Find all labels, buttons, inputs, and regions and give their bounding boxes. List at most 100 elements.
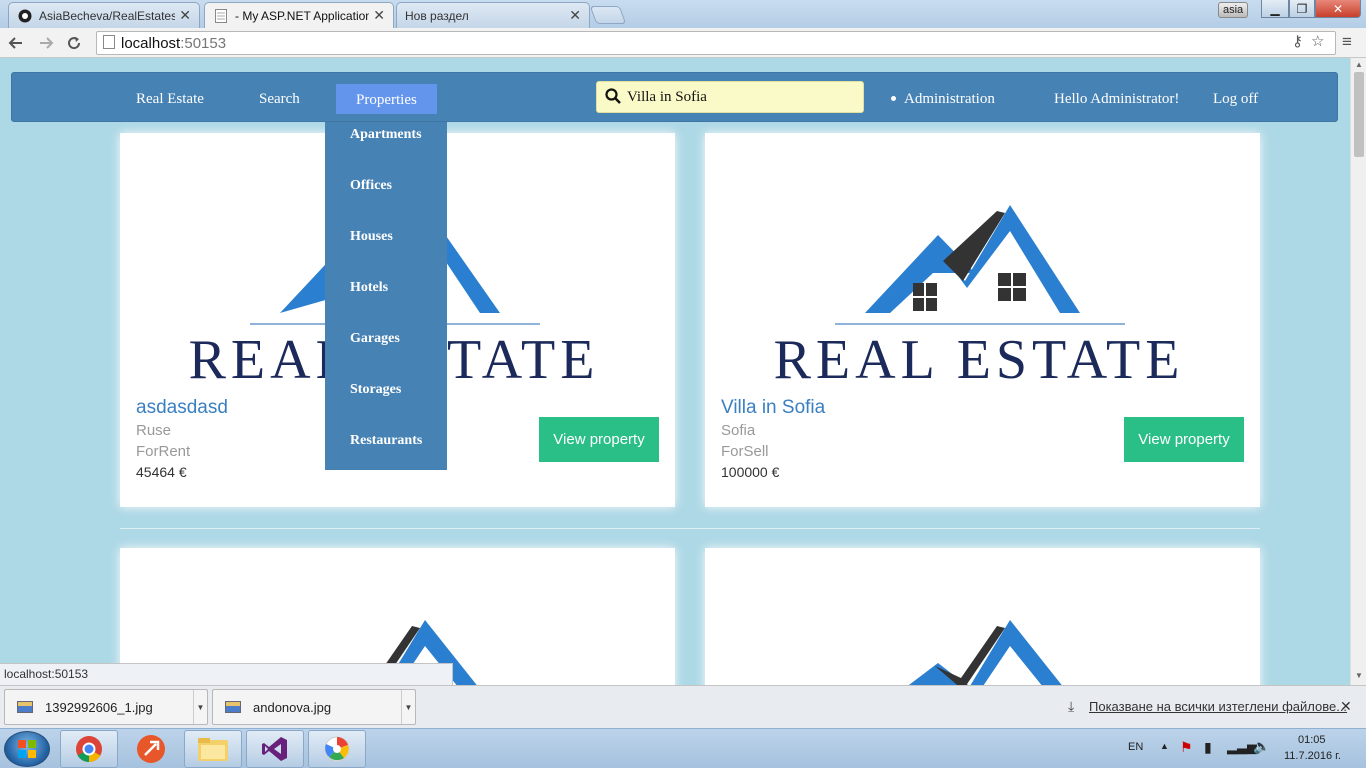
show-hidden-icons-icon[interactable]: ▲ xyxy=(1160,741,1169,751)
image-file-icon xyxy=(225,701,241,713)
property-city: Ruse xyxy=(136,422,172,439)
view-property-button[interactable]: View property xyxy=(1124,417,1244,462)
tab-label: AsiaBecheva/RealEstates - xyxy=(39,8,176,23)
picasa-icon xyxy=(324,736,350,762)
close-icon[interactable]: ✕ xyxy=(179,7,191,24)
properties-dropdown-menu: Apartments Offices Houses Hotels Garages… xyxy=(325,122,447,470)
scrollbar-thumb[interactable] xyxy=(1354,72,1364,157)
property-title-link[interactable]: asdasdasd xyxy=(136,397,228,419)
nav-administration-link[interactable]: Administration xyxy=(904,73,995,123)
tab-label: Нов раздел xyxy=(405,8,469,23)
taskbar-chrome[interactable] xyxy=(60,730,118,768)
chevron-down-icon[interactable]: ▼ xyxy=(401,690,415,724)
reload-button[interactable] xyxy=(64,33,84,53)
download-filename: 1392992606_1.jpg xyxy=(45,699,153,715)
taskbar-explorer[interactable] xyxy=(184,730,242,768)
close-window-button[interactable]: ✕ xyxy=(1315,0,1361,18)
tab-my-aspnet-application[interactable]: - My ASP.NET Application ✕ xyxy=(204,2,394,28)
taskbar-picasa[interactable] xyxy=(308,730,366,768)
page-icon xyxy=(103,34,115,52)
chrome-icon xyxy=(76,736,102,763)
menu-icon[interactable]: ≡ xyxy=(1342,32,1352,52)
key-icon[interactable]: ⚷ xyxy=(1292,32,1303,50)
dropdown-item-garages[interactable]: Garages xyxy=(350,331,400,347)
dropdown-item-storages[interactable]: Storages xyxy=(350,382,401,398)
image-file-icon xyxy=(17,701,33,713)
nav-search-link[interactable]: Search xyxy=(259,73,300,123)
logo-text: REAL ESTATE xyxy=(774,329,1185,383)
property-price: 100000 € xyxy=(721,464,780,480)
property-city: Sofia xyxy=(721,422,756,439)
url-text: localhost:50153 xyxy=(121,35,226,52)
divider xyxy=(120,528,1260,529)
tab-new-section[interactable]: Нов раздел ✕ xyxy=(396,2,590,28)
dropdown-item-houses[interactable]: Houses xyxy=(350,229,393,245)
site-navbar: Real Estate Search Properties Administra… xyxy=(11,72,1338,122)
property-price: 45464 € xyxy=(136,464,187,480)
browser-toolbar: localhost:50153 ⚷ ☆ ≡ xyxy=(0,28,1366,58)
github-icon xyxy=(17,8,33,24)
nav-logoff-link[interactable]: Log off xyxy=(1213,73,1258,123)
back-button[interactable] xyxy=(6,33,26,53)
house-logo-icon xyxy=(835,205,1125,325)
maximize-button[interactable]: ❐ xyxy=(1289,0,1315,18)
visual-studio-icon xyxy=(262,737,287,761)
tab-github[interactable]: AsiaBecheva/RealEstates - ✕ xyxy=(8,2,200,28)
flag-icon[interactable]: ⚑ xyxy=(1180,739,1193,756)
dropdown-item-offices[interactable]: Offices xyxy=(350,178,392,194)
close-icon[interactable]: ✕ xyxy=(569,7,581,24)
address-bar[interactable]: localhost:50153 xyxy=(96,31,1336,55)
clock-date[interactable]: 11.7.2016 г. xyxy=(1284,750,1341,762)
close-icon[interactable]: ✕ xyxy=(373,7,385,24)
property-image[interactable] xyxy=(705,548,1254,685)
dropdown-item-hotels[interactable]: Hotels xyxy=(350,280,388,296)
search-input[interactable] xyxy=(627,88,847,106)
download-item[interactable]: 1392992606_1.jpg ▼ xyxy=(4,689,208,725)
start-button[interactable] xyxy=(4,731,50,767)
search-box[interactable] xyxy=(596,81,864,113)
clock-time[interactable]: 01:05 xyxy=(1298,734,1326,746)
property-card: REAL ESTATE Villa in Sofia Sofia ForSell… xyxy=(705,133,1260,507)
new-tab-button[interactable] xyxy=(589,6,627,24)
status-bubble: localhost:50153 xyxy=(0,663,453,685)
dropdown-item-apartments[interactable]: Apartments xyxy=(350,127,422,143)
browser-tab-strip: AsiaBecheva/RealEstates - ✕ - My ASP.NET… xyxy=(0,0,1366,28)
page-icon xyxy=(213,8,229,24)
taskbar: EN ▲ ⚑ ▮ ▂▃▅ 🔈 01:05 11.7.2016 г. xyxy=(0,728,1366,768)
property-type: ForSell xyxy=(721,443,769,460)
nav-properties-link[interactable]: Properties xyxy=(336,84,437,114)
chevron-down-icon[interactable]: ▼ xyxy=(193,690,207,724)
profile-badge[interactable]: asia xyxy=(1218,2,1249,18)
download-icon: ⤓ xyxy=(1068,698,1075,714)
taskbar-visual-studio[interactable] xyxy=(246,730,304,768)
scroll-up-icon[interactable]: ▲ xyxy=(1355,60,1363,69)
download-filename: andonova.jpg xyxy=(253,699,332,715)
minimize-button[interactable]: ▁ xyxy=(1261,0,1289,18)
taskbar-app[interactable] xyxy=(122,730,180,768)
close-icon[interactable]: ✕ xyxy=(1340,698,1352,715)
vertical-scrollbar[interactable]: ▲ ▼ xyxy=(1350,58,1366,685)
url-host: localhost xyxy=(121,34,181,52)
battery-icon[interactable]: ▮ xyxy=(1204,739,1212,756)
forward-button[interactable] xyxy=(36,33,56,53)
download-item[interactable]: andonova.jpg ▼ xyxy=(212,689,416,725)
page-viewport: Real Estate Search Properties Administra… xyxy=(0,58,1350,685)
property-card xyxy=(705,548,1260,685)
scroll-down-icon[interactable]: ▼ xyxy=(1355,671,1363,680)
star-icon[interactable]: ☆ xyxy=(1311,32,1324,50)
folder-icon xyxy=(198,738,228,761)
bullet-icon xyxy=(891,96,896,101)
nav-brand-link[interactable]: Real Estate xyxy=(136,73,204,123)
nav-hello-link[interactable]: Hello Administrator! xyxy=(1054,73,1179,123)
download-shelf: 1392992606_1.jpg ▼ andonova.jpg ▼ ⤓ Пока… xyxy=(0,685,1366,728)
tab-label: - My ASP.NET Application xyxy=(235,8,370,23)
language-indicator[interactable]: EN xyxy=(1128,741,1143,753)
windows-logo-icon xyxy=(18,740,36,758)
property-title-link[interactable]: Villa in Sofia xyxy=(721,397,825,419)
view-property-button[interactable]: View property xyxy=(539,417,659,462)
dropdown-item-restaurants[interactable]: Restaurants xyxy=(350,433,422,449)
url-port: :50153 xyxy=(180,34,227,52)
volume-icon[interactable]: 🔈 xyxy=(1253,738,1270,755)
show-all-downloads-link[interactable]: Показване на всички изтеглени файлове... xyxy=(1089,699,1347,714)
property-image[interactable]: REAL ESTATE xyxy=(705,133,1254,383)
